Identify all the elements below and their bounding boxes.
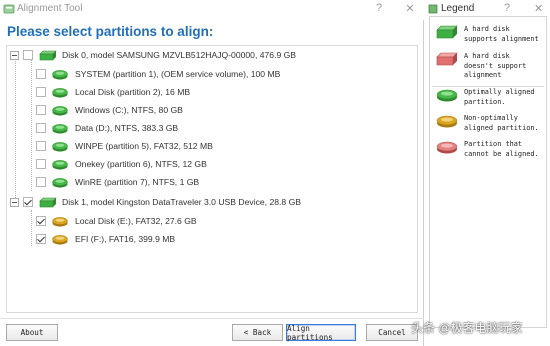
- partition-checkbox[interactable]: [36, 159, 46, 169]
- partition-unalignable-icon: [436, 141, 458, 154]
- legend-text: Optimally aligned partition.: [464, 88, 535, 106]
- disk-supported-icon: [436, 25, 458, 39]
- disk-unsupported-icon: [436, 52, 458, 66]
- app-icon: [3, 4, 15, 14]
- partition-label: Windows (C:), NTFS, 80 GB: [75, 105, 183, 115]
- legend-item: Partition that cannot be aligned.: [436, 140, 542, 159]
- partition-checkbox[interactable]: [36, 69, 46, 79]
- partition-optimal-icon: [52, 141, 68, 152]
- partition-optimal-icon: [52, 105, 68, 116]
- help-button[interactable]: ?: [372, 2, 386, 14]
- partition-tree[interactable]: Disk 0, model SAMSUNG MZVLB512HAJQ-00000…: [6, 45, 418, 313]
- partition-optimal-icon: [436, 89, 458, 102]
- legend-help-button[interactable]: ?: [504, 2, 510, 14]
- tree-row-disk-0[interactable]: Disk 0, model SAMSUNG MZVLB512HAJQ-00000…: [10, 47, 296, 63]
- partition-label: Local Disk (E:), FAT32, 27.6 GB: [75, 216, 197, 226]
- legend-item: Optimally aligned partition.: [436, 88, 542, 107]
- disk-label: Disk 1, model Kingston DataTraveler 3.0 …: [62, 197, 301, 207]
- partition-label: WinRE (partition 7), NTFS, 1 GB: [75, 177, 200, 187]
- legend-item: Non-optimally aligned partition.: [436, 114, 542, 133]
- tree-row-partition[interactable]: Local Disk (E:), FAT32, 27.6 GB: [36, 213, 197, 229]
- disk-supported-icon: [39, 197, 57, 207]
- partition-optimal-icon: [52, 177, 68, 188]
- tree-row-partition[interactable]: Windows (C:), NTFS, 80 GB: [36, 102, 183, 118]
- watermark: 头条 @极客电脑玩家: [411, 321, 523, 335]
- tree-row-partition[interactable]: Local Disk (partition 2), 16 MB: [36, 84, 190, 100]
- partition-nonoptimal-icon: [52, 216, 68, 227]
- alignment-tool-window: Alignment Tool ? ✕ Please select partiti…: [0, 0, 424, 346]
- page-title: Please select partitions to align:: [7, 24, 214, 39]
- partition-checkbox[interactable]: [36, 141, 46, 151]
- tree-row-disk-1[interactable]: Disk 1, model Kingston DataTraveler 3.0 …: [10, 194, 301, 210]
- legend-app-icon: [428, 4, 438, 14]
- footer-divider: [0, 318, 424, 319]
- legend-text: Partition that cannot be aligned.: [464, 140, 539, 158]
- partition-nonoptimal-icon: [436, 115, 458, 128]
- about-button[interactable]: About: [6, 324, 58, 341]
- partition-checkbox[interactable]: [36, 87, 46, 97]
- collapse-toggle[interactable]: [10, 50, 19, 60]
- tree-row-partition[interactable]: EFI (F:), FAT16, 399.9 MB: [36, 231, 175, 247]
- partition-nonoptimal-icon: [52, 234, 68, 245]
- partition-checkbox[interactable]: [36, 123, 46, 133]
- close-button[interactable]: ✕: [403, 2, 417, 15]
- tree-line: [15, 59, 16, 202]
- disk-supported-icon: [39, 50, 57, 60]
- partition-optimal-icon: [52, 123, 68, 134]
- collapse-toggle[interactable]: [10, 197, 19, 207]
- title-bar: Alignment Tool ? ✕: [0, 0, 424, 20]
- partition-checkbox[interactable]: [36, 216, 46, 226]
- legend-text: A hard disk supports alignment: [464, 25, 539, 43]
- tree-line: [31, 210, 32, 246]
- legend-title: Legend: [441, 3, 475, 14]
- tree-row-partition[interactable]: WinRE (partition 7), NTFS, 1 GB: [36, 174, 199, 190]
- legend-item: A hard disk doesn't support alignment: [436, 52, 542, 81]
- window-title: Alignment Tool: [17, 3, 83, 14]
- partition-label: SYSTEM (partition 1), (OEM service volum…: [75, 69, 281, 79]
- legend-item: A hard disk supports alignment: [436, 25, 542, 44]
- partition-label: Data (D:), NTFS, 383.3 GB: [75, 123, 179, 133]
- legend-text: Non-optimally aligned partition.: [464, 114, 539, 132]
- partition-optimal-icon: [52, 87, 68, 98]
- partition-optimal-icon: [52, 69, 68, 80]
- partition-checkbox[interactable]: [36, 234, 46, 244]
- tree-row-partition[interactable]: WINPE (partition 5), FAT32, 512 MB: [36, 138, 213, 154]
- align-partitions-button[interactable]: Align partitions: [286, 324, 356, 342]
- partition-checkbox[interactable]: [36, 177, 46, 187]
- partition-label: Onekey (partition 6), NTFS, 12 GB: [75, 159, 207, 169]
- legend-text: A hard disk doesn't support alignment: [464, 52, 527, 79]
- tree-row-partition[interactable]: SYSTEM (partition 1), (OEM service volum…: [36, 66, 280, 82]
- disk-1-checkbox[interactable]: [23, 197, 33, 207]
- partition-label: EFI (F:), FAT16, 399.9 MB: [75, 234, 176, 244]
- partition-optimal-icon: [52, 159, 68, 170]
- partition-label: Local Disk (partition 2), 16 MB: [75, 87, 191, 97]
- partition-checkbox[interactable]: [36, 105, 46, 115]
- legend-divider: [432, 86, 544, 87]
- legend-window: Legend ? ✕ A hard disk supports alignmen…: [425, 0, 550, 346]
- disk-0-checkbox[interactable]: [23, 50, 33, 60]
- disk-label: Disk 0, model SAMSUNG MZVLB512HAJQ-00000…: [62, 50, 297, 60]
- tree-line: [31, 59, 32, 191]
- legend-panel: A hard disk supports alignment A hard di…: [429, 16, 547, 328]
- legend-close-button[interactable]: ✕: [534, 2, 543, 15]
- tree-row-partition[interactable]: Data (D:), NTFS, 383.3 GB: [36, 120, 178, 136]
- partition-label: WINPE (partition 5), FAT32, 512 MB: [75, 141, 213, 151]
- tree-row-partition[interactable]: Onekey (partition 6), NTFS, 12 GB: [36, 156, 207, 172]
- back-button[interactable]: < Back: [232, 324, 283, 341]
